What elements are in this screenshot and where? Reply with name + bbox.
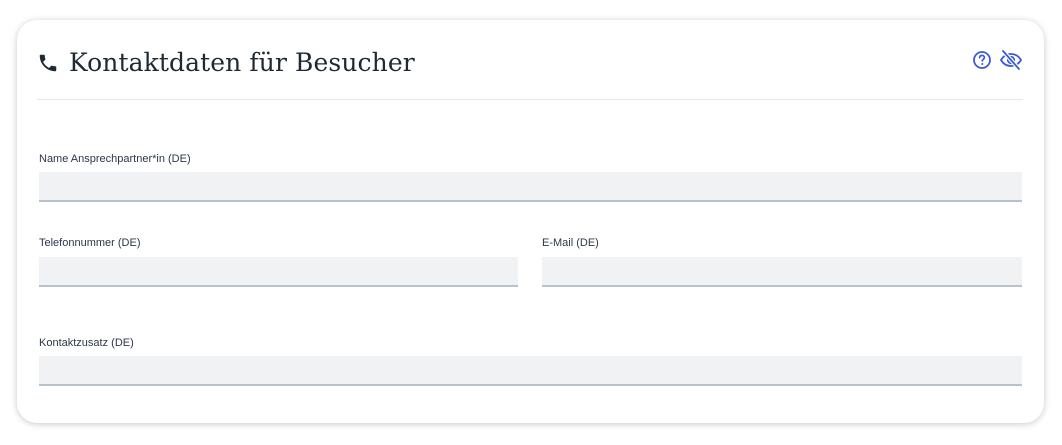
email-field[interactable] (542, 257, 1022, 287)
name-field-label: Name Ansprechpartner*in (DE) (39, 153, 191, 165)
name-field[interactable] (39, 172, 1022, 202)
email-field-label: E-Mail (DE) (542, 237, 599, 249)
help-circle-icon[interactable] (972, 50, 992, 70)
phone-field[interactable] (39, 257, 518, 287)
eye-off-icon[interactable] (999, 49, 1023, 71)
phone-icon (37, 52, 59, 74)
card-header: Kontaktdaten für Besucher (37, 44, 1022, 84)
phone-field-label: Telefonnummer (DE) (39, 237, 141, 249)
section-title: Kontaktdaten für Besucher (69, 48, 415, 77)
contact-extra-field[interactable] (39, 356, 1022, 386)
contact-extra-field-label: Kontaktzusatz (DE) (39, 337, 134, 349)
header-divider (37, 99, 1023, 100)
contact-card: Kontaktdaten für Besucher Name Ansprechp… (17, 20, 1044, 423)
